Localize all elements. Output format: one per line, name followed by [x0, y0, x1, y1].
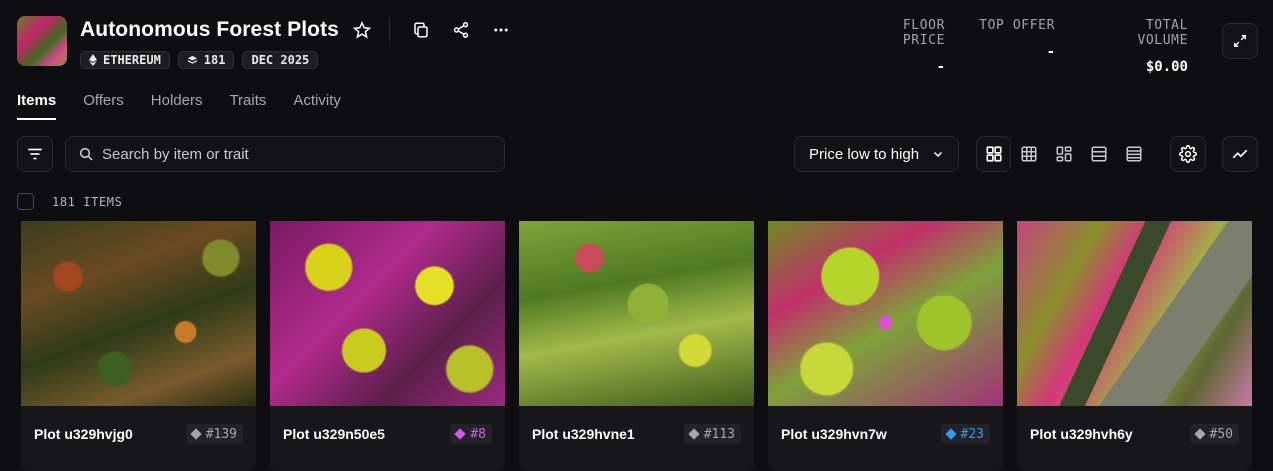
copy-icon[interactable] [410, 19, 432, 41]
select-all-checkbox[interactable] [17, 193, 34, 210]
stat-value: $0.00 [1145, 59, 1188, 75]
expand-button[interactable] [1222, 23, 1258, 59]
top-offer-stat: TOP OFFER - [979, 18, 1055, 60]
share-icon[interactable] [450, 19, 472, 41]
list-icon [1091, 146, 1106, 162]
tab-activity[interactable]: Activity [293, 92, 341, 120]
chain-label: ETHEREUM [103, 53, 161, 67]
item-card[interactable]: Plot u329hvne1 #113 [519, 221, 754, 471]
filter-icon [28, 148, 42, 160]
rarity-gem-icon [944, 428, 957, 440]
item-image [768, 221, 1003, 406]
date-label: DEC 2025 [251, 53, 310, 67]
item-card[interactable]: Plot u329hvjg0 #139 [21, 221, 256, 471]
item-name: Plot u329hvne1 [532, 426, 635, 442]
settings-button[interactable] [1170, 136, 1206, 172]
mosaic-icon [1056, 146, 1071, 162]
stat-label: TOP OFFER [979, 18, 1055, 33]
item-image [519, 221, 754, 406]
large-grid-view-button[interactable] [976, 136, 1011, 172]
list-view-button[interactable] [1081, 136, 1116, 172]
rarity-rank-badge: #8 [450, 424, 492, 444]
rarity-rank-badge: #50 [1189, 424, 1239, 444]
rarity-gem-icon [454, 428, 467, 440]
item-image [1017, 221, 1252, 406]
item-name: Plot u329n50e5 [283, 426, 385, 442]
tab-traits[interactable]: Traits [229, 92, 266, 120]
rarity-rank: #8 [470, 426, 486, 442]
item-card[interactable]: Plot u329n50e5 #8 [270, 221, 505, 471]
ethereum-icon [89, 54, 97, 66]
rarity-gem-icon [688, 428, 700, 440]
stat-label: TOTAL VOLUME [1137, 18, 1188, 48]
items-count: 181 ITEMS [52, 194, 123, 209]
chain-badge: ETHEREUM [80, 51, 170, 69]
chevron-down-icon [933, 151, 943, 158]
rarity-rank-badge: #23 [940, 424, 990, 444]
rarity-gem-icon [190, 428, 202, 440]
small-grid-view-button[interactable] [1011, 136, 1046, 172]
analytics-button[interactable] [1222, 136, 1258, 172]
item-grid: Plot u329hvjg0 #139 Plot u329n50e5 #8 Pl… [21, 221, 1252, 471]
stat-label: FLOOR PRICE [902, 18, 945, 48]
expand-icon [1234, 35, 1246, 47]
supply-badge: 181 [177, 51, 235, 69]
item-name: Plot u329hvh6y [1030, 426, 1133, 442]
trend-line-icon [1232, 149, 1248, 159]
table-view-button[interactable] [1116, 136, 1151, 172]
item-card[interactable]: Plot u329hvn7w #23 [768, 221, 1003, 471]
item-name: Plot u329hvjg0 [34, 426, 133, 442]
item-name: Plot u329hvn7w [781, 426, 887, 442]
floor-price-stat: FLOOR PRICE - [855, 18, 945, 75]
item-card[interactable]: Plot u329hvh6y #50 [1017, 221, 1252, 471]
rarity-rank-badge: #139 [185, 424, 243, 444]
collection-thumbnail[interactable] [17, 16, 67, 66]
date-badge: DEC 2025 [242, 51, 319, 69]
collection-title: Autonomous Forest Plots [80, 18, 339, 41]
header-divider [388, 17, 390, 43]
rarity-rank: #23 [960, 426, 984, 442]
stat-value: - [1046, 44, 1055, 60]
stat-value: - [936, 59, 945, 75]
sort-dropdown[interactable]: Price low to high [794, 136, 959, 172]
filter-button[interactable] [17, 136, 53, 172]
rarity-gem-icon [1193, 428, 1206, 440]
tab-holders[interactable]: Holders [151, 92, 203, 120]
grid-large-icon [985, 146, 1002, 162]
tab-offers[interactable]: Offers [83, 92, 124, 120]
collection-header: Autonomous Forest Plots ETHEREUM 181 DEC… [17, 16, 512, 69]
mosaic-view-button[interactable] [1046, 136, 1081, 172]
tab-bar: Items Offers Holders Traits Activity [17, 92, 341, 120]
item-image [270, 221, 505, 406]
supply-label: 181 [203, 53, 226, 67]
star-icon[interactable] [351, 19, 373, 41]
tab-items[interactable]: Items [17, 92, 57, 120]
rarity-rank: #139 [205, 426, 237, 442]
rarity-rank: #113 [703, 426, 735, 442]
search-input[interactable] [102, 145, 482, 163]
more-icon[interactable] [490, 19, 512, 41]
search-icon [79, 147, 93, 161]
view-switcher [976, 136, 1151, 172]
gear-icon [1179, 145, 1197, 163]
rarity-rank: #50 [1209, 426, 1233, 442]
table-icon [1126, 146, 1141, 162]
grid-small-icon [1021, 146, 1036, 162]
total-volume-stat: TOTAL VOLUME $0.00 [1088, 18, 1188, 75]
items-count-row: 181 ITEMS [17, 193, 122, 210]
rarity-rank-badge: #113 [683, 424, 741, 444]
item-image [21, 221, 256, 406]
sort-label: Price low to high [809, 145, 920, 163]
search-bar [65, 136, 505, 172]
layers-icon [187, 55, 197, 64]
